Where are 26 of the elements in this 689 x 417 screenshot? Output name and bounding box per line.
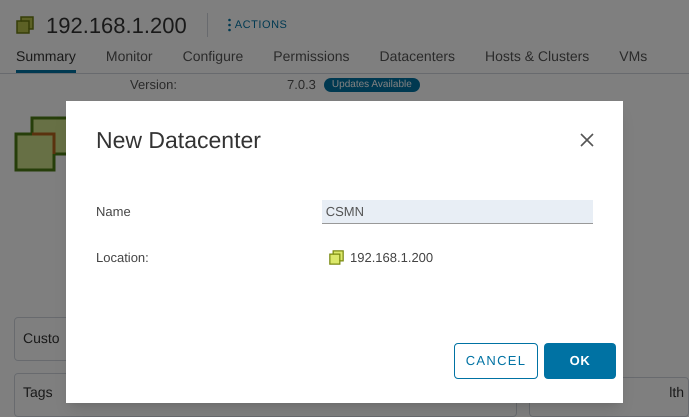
datacenter-icon — [16, 16, 34, 34]
name-label: Name — [96, 202, 132, 221]
version-label: Version: — [130, 76, 178, 94]
tab[interactable]: Permissions — [273, 42, 350, 73]
close-icon[interactable] — [579, 132, 595, 148]
more-icon — [228, 18, 231, 32]
location-value: 192.168.1.200 — [350, 248, 434, 266]
tab[interactable]: Configure — [182, 42, 244, 73]
updates-badge: Updates Available — [324, 78, 420, 92]
tab[interactable]: VMs — [619, 42, 648, 73]
tab[interactable]: Hosts & Clusters — [485, 42, 590, 73]
location-label: Location: — [96, 248, 150, 266]
card-title: Custo — [23, 329, 60, 348]
dialog-title: New Datacenter — [96, 126, 261, 155]
card-title: lth — [669, 383, 684, 402]
name-field[interactable]: CSMN — [322, 200, 593, 224]
version-value: 7.0.3 — [287, 76, 316, 94]
host-title: 192.168.1.200 — [46, 12, 187, 40]
tab[interactable]: Monitor — [106, 42, 153, 73]
ok-button[interactable]: OK — [544, 343, 616, 379]
datacenter-icon — [329, 250, 344, 265]
card-title: Tags — [23, 382, 53, 402]
tab[interactable]: Summary — [16, 42, 76, 73]
actions-button[interactable]: ACTIONS — [228, 16, 288, 34]
cancel-button[interactable]: CANCEL — [454, 343, 538, 379]
tab[interactable]: Datacenters — [380, 42, 456, 73]
